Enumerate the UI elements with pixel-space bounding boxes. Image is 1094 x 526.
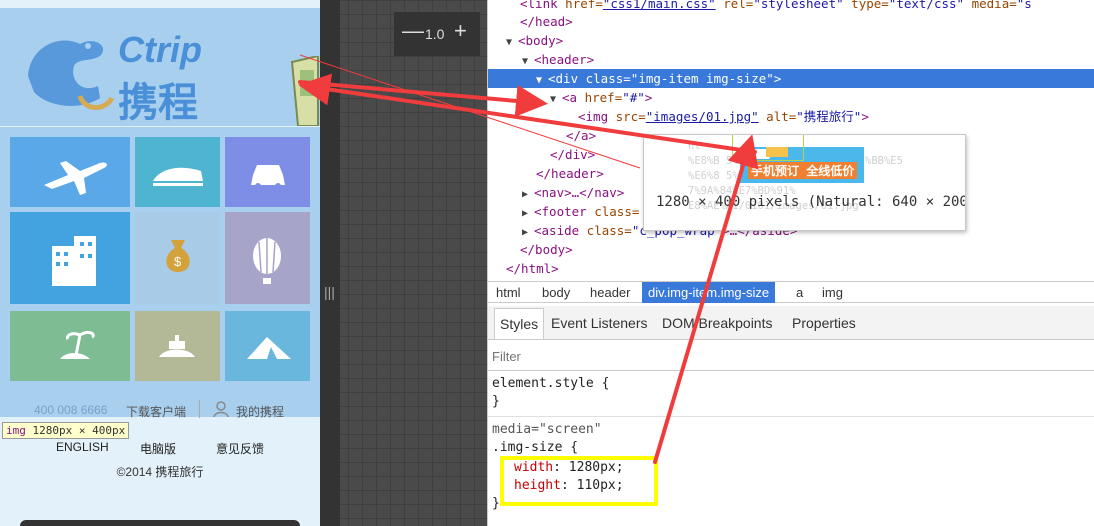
element-dimension-tooltip: img 1280px × 400px (2, 422, 130, 439)
brand-en: Ctrip (118, 29, 202, 70)
collapsed-triangle-icon[interactable]: ▶ (522, 223, 534, 240)
tile-finance[interactable]: $ (135, 212, 220, 304)
dom-node-header[interactable]: ▼ <header> (488, 50, 1094, 69)
crumb-body[interactable]: body (536, 282, 576, 303)
tile-attractions[interactable] (135, 311, 220, 381)
filter-input[interactable] (492, 346, 1082, 366)
highlight-box (500, 456, 658, 506)
download-app-link[interactable]: 下载客户端 (126, 403, 186, 420)
tab-dom-breakpoints[interactable]: DOM Breakpoints (657, 308, 777, 339)
brand-cn: 携程 (118, 80, 198, 126)
devtools-panel: <link href="css1/main.css" rel="styleshe… (487, 0, 1094, 526)
crumb-div-selected[interactable]: div.img-item.img-size (642, 282, 776, 303)
tile-vacation[interactable] (10, 311, 130, 381)
tab-event-listeners[interactable]: Event Listeners (546, 308, 653, 339)
dom-node-body-close[interactable]: </body> (488, 240, 1094, 259)
rule-close: } (492, 394, 500, 409)
image-preview-tooltip: ht %E8%B 5%8F%B0%E7%9A%84%E7%A7%BB%E5 %E… (643, 134, 966, 231)
header-banner[interactable]: Ctrip 携程 (0, 8, 320, 126)
tile-hotels[interactable] (10, 212, 130, 304)
crumb-img[interactable]: img (816, 282, 849, 303)
tile-trains[interactable] (135, 137, 220, 207)
svg-text:$: $ (174, 254, 182, 269)
tile-tours[interactable] (225, 212, 310, 304)
crumb-header[interactable]: header (584, 282, 636, 303)
category-grid: $ (0, 127, 320, 417)
tab-properties[interactable]: Properties (787, 308, 861, 339)
tab-styles[interactable]: Styles (494, 308, 545, 339)
hotline-link[interactable]: 400 008 6666 (34, 403, 107, 417)
styles-pane: element.style { } media="screen" .img-si… (488, 372, 1094, 526)
collapsed-triangle-icon[interactable]: ▶ (522, 204, 534, 221)
crumb-a[interactable]: a (790, 282, 809, 303)
emulation-canvas (320, 0, 487, 526)
expand-triangle-icon[interactable]: ▼ (550, 90, 562, 107)
dom-node-div-selected[interactable]: ▼ <div class="img-item img-size"> (488, 69, 1094, 88)
thumbnail-highlight (732, 135, 804, 161)
rule-selector[interactable]: .img-size { (492, 440, 578, 455)
media-query: media="screen" (492, 422, 602, 437)
sidebar-tabs: Styles Event Listeners DOM Breakpoints P… (488, 306, 1094, 340)
tile-car-rental[interactable] (225, 137, 310, 207)
expand-triangle-icon[interactable]: ▼ (536, 71, 548, 88)
desktop-version-link[interactable]: 电脑版 (140, 440, 176, 457)
hotel-icon (52, 236, 96, 286)
user-icon (213, 401, 229, 418)
hot-air-balloon-icon (253, 238, 281, 284)
money-bag-icon: $ (166, 240, 190, 272)
my-ctrip-link[interactable]: 我的携程 (236, 403, 284, 420)
expand-triangle-icon[interactable]: ▼ (522, 52, 534, 69)
copyright: ©2014 携程旅行 (116, 465, 204, 479)
filter-bar (488, 341, 1094, 371)
tile-camping[interactable] (225, 311, 310, 381)
divider (488, 416, 1094, 417)
zoom-in-button[interactable]: + (454, 18, 467, 44)
image-dimensions: 1280 × 400 pixels (Natural: 640 × 200 pi… (656, 194, 966, 210)
dom-node-a[interactable]: ▼ <a href="#"> (488, 88, 1094, 107)
feedback-link[interactable]: 意见反馈 (216, 440, 264, 457)
island-icon (60, 330, 95, 359)
dom-node-head-close[interactable]: </head> (488, 12, 1094, 31)
collapsed-triangle-icon[interactable]: ▶ (522, 185, 534, 202)
tile-flights[interactable] (10, 137, 130, 207)
element-style-selector[interactable]: element.style { (492, 376, 609, 391)
rule-close: } (492, 496, 500, 511)
thumbnail-text: 手机预订 全线低价 (748, 162, 858, 179)
english-link[interactable]: ENGLISH (56, 440, 109, 454)
airplane-icon (44, 161, 107, 195)
crumb-html[interactable]: html (490, 282, 527, 303)
breadcrumb: html body header div.img-item.img-size a… (488, 281, 1094, 303)
phone-graphic (290, 56, 319, 126)
bottom-bar (20, 520, 300, 526)
dom-node-html-close[interactable]: </html> (488, 259, 1094, 278)
zoom-control: — 1.0 + (394, 12, 480, 56)
ctrip-logo: Ctrip 携程 (28, 29, 202, 126)
dimension-tag: img (6, 424, 26, 437)
dom-node-body[interactable]: ▼ <body> (488, 31, 1094, 50)
car-icon (251, 165, 285, 189)
tent-icon (247, 337, 291, 359)
dom-tree: <link href="css1/main.css" rel="styleshe… (488, 0, 1094, 280)
divider (199, 400, 200, 418)
expand-triangle-icon[interactable]: ▼ (506, 33, 518, 50)
temple-icon (159, 335, 195, 357)
zoom-level: 1.0 (425, 26, 445, 42)
resize-strip[interactable] (320, 0, 340, 526)
mobile-preview: Ctrip 携程 $ 400 008 6666 下载客户端 我的携程 img 1… (0, 0, 320, 526)
train-icon (153, 167, 203, 186)
dom-node-img[interactable]: <img src="images/01.jpg" alt="携程旅行"> (488, 107, 1094, 126)
zoom-out-button[interactable]: — (402, 18, 424, 44)
dimension-size: 1280px × 400px (32, 424, 126, 437)
resize-handle-icon[interactable]: ||| (324, 284, 335, 300)
